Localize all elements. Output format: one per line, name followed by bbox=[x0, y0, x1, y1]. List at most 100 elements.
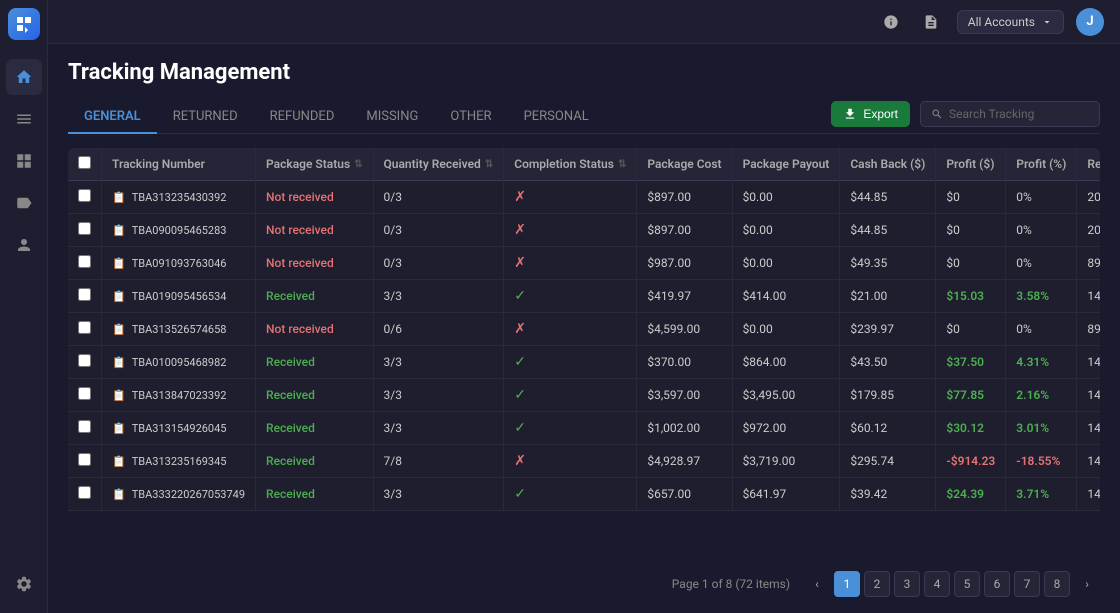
col-completion-status: Completion Status ⇅ bbox=[504, 148, 637, 181]
tab-refunded[interactable]: REFUNDED bbox=[254, 101, 351, 134]
row-qty: 0/3 bbox=[373, 214, 504, 247]
row-cost: $987.00 bbox=[637, 247, 732, 280]
completion-icon: ✓ bbox=[514, 354, 526, 370]
row-profit: $77.85 bbox=[936, 379, 1006, 412]
row-checkbox-2[interactable] bbox=[78, 255, 91, 268]
row-cost: $3,597.00 bbox=[637, 379, 732, 412]
row-profit-pct: 4.31% bbox=[1006, 346, 1077, 379]
pagination-next[interactable]: › bbox=[1074, 571, 1100, 597]
row-checkbox-8[interactable] bbox=[78, 453, 91, 466]
completion-icon: ✓ bbox=[514, 387, 526, 403]
sidebar-item-person[interactable] bbox=[6, 227, 42, 263]
row-completion: ✗ bbox=[504, 313, 637, 346]
row-cashback: $239.97 bbox=[840, 313, 936, 346]
row-qty: 3/3 bbox=[373, 346, 504, 379]
avatar[interactable]: J bbox=[1076, 8, 1104, 36]
table-row: 📋 TBA313235430392 Not received 0/3 ✗ $89… bbox=[68, 181, 1100, 214]
row-payout: $3,719.00 bbox=[732, 445, 840, 478]
tracking-doc-icon: 📋 bbox=[112, 224, 126, 237]
row-cost: $1,002.00 bbox=[637, 412, 732, 445]
app-logo[interactable] bbox=[8, 8, 40, 40]
row-tracking-number: 📋 TBA091093763046 bbox=[102, 247, 256, 280]
pagination-page-1[interactable]: 1 bbox=[834, 571, 860, 597]
accounts-button[interactable]: All Accounts bbox=[957, 10, 1064, 34]
row-payout: $3,495.00 bbox=[732, 379, 840, 412]
pagination-page-3[interactable]: 3 bbox=[894, 571, 920, 597]
row-package-status: Not received bbox=[256, 181, 373, 214]
search-icon bbox=[931, 108, 943, 120]
pagination-info: Page 1 of 8 (72 items) bbox=[672, 577, 790, 591]
row-checkbox-4[interactable] bbox=[78, 321, 91, 334]
completion-icon: ✗ bbox=[514, 321, 526, 337]
tracking-table: Tracking Number Package Status ⇅ Quantit bbox=[68, 148, 1100, 511]
row-checkbox-1[interactable] bbox=[78, 222, 91, 235]
row-cost: $370.00 bbox=[637, 346, 732, 379]
row-recipient: 89 CHRISTIANA RD bbox=[1077, 313, 1100, 346]
search-box[interactable]: Search Tracking bbox=[920, 101, 1100, 127]
pagination-page-8[interactable]: 8 bbox=[1044, 571, 1070, 597]
tab-personal[interactable]: PERSONAL bbox=[508, 101, 605, 134]
row-qty: 3/3 bbox=[373, 478, 504, 511]
document-icon[interactable] bbox=[917, 8, 945, 36]
table-row: 📋 TBA091093763046 Not received 0/3 ✗ $98… bbox=[68, 247, 1100, 280]
row-cashback: $43.50 bbox=[840, 346, 936, 379]
row-recipient: 1400 VANDEVER AVE bbox=[1077, 346, 1100, 379]
pagination-page-2[interactable]: 2 bbox=[864, 571, 890, 597]
row-package-status: Not received bbox=[256, 214, 373, 247]
content-area: Tracking Management GENERAL RETURNED REF… bbox=[48, 44, 1120, 613]
row-qty: 3/3 bbox=[373, 280, 504, 313]
pagination-prev[interactable]: ‹ bbox=[804, 571, 830, 597]
table-row: 📋 TBA010095468982 Received 3/3 ✓ $370.00… bbox=[68, 346, 1100, 379]
row-profit: $0 bbox=[936, 181, 1006, 214]
pagination-page-7[interactable]: 7 bbox=[1014, 571, 1040, 597]
sidebar-item-tag[interactable] bbox=[6, 185, 42, 221]
table-row: 📋 TBA313526574658 Not received 0/6 ✗ $4,… bbox=[68, 313, 1100, 346]
row-tracking-number: 📋 TBA313235430392 bbox=[102, 181, 256, 214]
table-row: 📋 TBA333220267053749 Received 3/3 ✓ $657… bbox=[68, 478, 1100, 511]
row-profit-pct: 3.58% bbox=[1006, 280, 1077, 313]
row-tracking-number: 📋 TBA313847023392 bbox=[102, 379, 256, 412]
tab-returned[interactable]: RETURNED bbox=[157, 101, 254, 134]
completion-icon: ✗ bbox=[514, 255, 526, 271]
tab-missing[interactable]: MISSING bbox=[350, 101, 434, 134]
row-recipient: 200 BELLEVUE RD bbox=[1077, 214, 1100, 247]
row-checkbox-cell bbox=[68, 379, 102, 412]
row-profit: $0 bbox=[936, 313, 1006, 346]
sort-icon-qty: ⇅ bbox=[485, 159, 493, 170]
row-checkbox-7[interactable] bbox=[78, 420, 91, 433]
row-completion: ✗ bbox=[504, 247, 637, 280]
export-button[interactable]: Export bbox=[831, 101, 910, 127]
table-row: 📋 TBA019095456534 Received 3/3 ✓ $419.97… bbox=[68, 280, 1100, 313]
tracking-doc-icon: 📋 bbox=[112, 191, 126, 204]
row-cost: $4,928.97 bbox=[637, 445, 732, 478]
tracking-doc-icon: 📋 bbox=[112, 455, 126, 468]
pagination-page-6[interactable]: 6 bbox=[984, 571, 1010, 597]
sidebar-item-grid[interactable] bbox=[6, 143, 42, 179]
row-tracking-number: 📋 TBA010095468982 bbox=[102, 346, 256, 379]
row-qty: 3/3 bbox=[373, 412, 504, 445]
tabs-bar: GENERAL RETURNED REFUNDED MISSING OTHER … bbox=[68, 101, 1100, 134]
row-payout: $641.97 bbox=[732, 478, 840, 511]
row-cashback: $49.35 bbox=[840, 247, 936, 280]
info-icon[interactable] bbox=[877, 8, 905, 36]
row-checkbox-6[interactable] bbox=[78, 387, 91, 400]
row-checkbox-0[interactable] bbox=[78, 189, 91, 202]
tracking-doc-icon: 📋 bbox=[112, 389, 126, 402]
pagination-page-4[interactable]: 4 bbox=[924, 571, 950, 597]
pagination-page-5[interactable]: 5 bbox=[954, 571, 980, 597]
tab-other[interactable]: OTHER bbox=[434, 101, 507, 134]
row-profit-pct: 2.16% bbox=[1006, 379, 1077, 412]
row-checkbox-5[interactable] bbox=[78, 354, 91, 367]
completion-icon: ✗ bbox=[514, 189, 526, 205]
row-cashback: $179.85 bbox=[840, 379, 936, 412]
sidebar-item-home[interactable] bbox=[6, 59, 42, 95]
main-content: All Accounts J Tracking Management GENER… bbox=[48, 0, 1120, 613]
row-checkbox-cell bbox=[68, 214, 102, 247]
tab-general[interactable]: GENERAL bbox=[68, 101, 157, 134]
row-checkbox-3[interactable] bbox=[78, 288, 91, 301]
sidebar-item-settings[interactable] bbox=[6, 566, 42, 602]
select-all-checkbox[interactable] bbox=[78, 156, 91, 169]
row-profit: $0 bbox=[936, 247, 1006, 280]
row-checkbox-9[interactable] bbox=[78, 486, 91, 499]
sidebar-item-list[interactable] bbox=[6, 101, 42, 137]
